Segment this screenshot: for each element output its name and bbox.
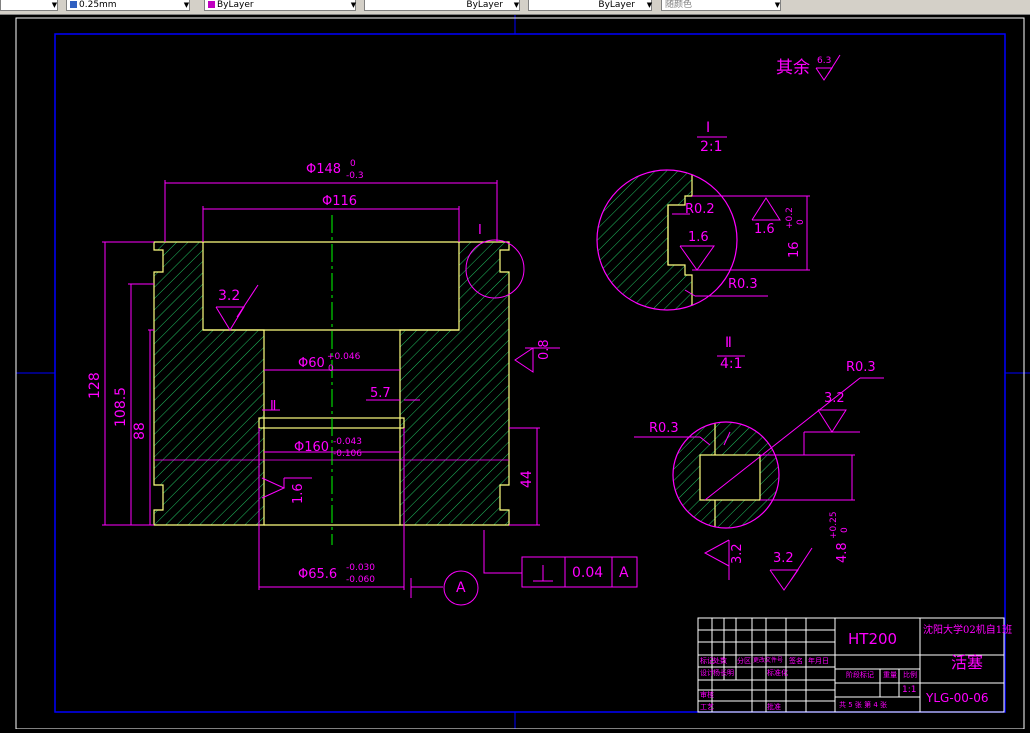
- title-ratio-label: 比例: [903, 671, 917, 679]
- title-scale: 1:1: [902, 685, 917, 695]
- dim-88: 88: [132, 422, 148, 440]
- section-II-scale: 4:1: [720, 356, 743, 372]
- dim-phi160-upper: -0.043: [333, 437, 363, 447]
- color-swatch-icon: [70, 1, 77, 8]
- marker-I: I: [478, 223, 482, 238]
- dim-phi60: Φ60: [298, 356, 325, 371]
- roughness-symbol-note: [815, 67, 833, 81]
- detail-I-dim-16: 16: [787, 241, 802, 258]
- toolbar-plotstyle-dropdown[interactable]: 随颜色: [661, 0, 781, 11]
- detail-II-dim-4.8-upper: +0.25: [829, 511, 839, 539]
- chevron-down-icon[interactable]: ▼: [182, 0, 191, 11]
- dim-phi60-upper: +0.046: [327, 352, 361, 362]
- detail-II-r0.3-left: R0.3: [649, 421, 679, 436]
- rough-0.8: 0.8: [537, 339, 552, 360]
- detail-I-dim-16-lower: 0: [796, 219, 806, 225]
- title-row-change: 更改文件号: [753, 657, 784, 664]
- toolbar-lineweight2-dropdown[interactable]: ByLayer: [528, 0, 652, 11]
- dim-phi116: Φ116: [322, 194, 358, 209]
- title-review-label: 审核: [700, 691, 714, 699]
- toolbar-layer-color-dropdown[interactable]: ByLayer: [204, 0, 356, 11]
- rough-3.2-main: 3.2: [218, 288, 241, 304]
- title-row-date: 年月日: [808, 657, 829, 665]
- toolbar-linetype-dropdown[interactable]: ByLayer: [364, 0, 520, 11]
- detail-II-dim-4.8: 4.8: [835, 542, 850, 563]
- drawing-canvas[interactable]: 其余 6.3 I 2:1 Ⅱ 4:1 Φ148 0 -0.3 Φ116 I Ⅱ …: [0, 15, 1030, 730]
- title-process-label: 工艺: [700, 703, 714, 711]
- title-sheet-info: 共 5 张 第 4 张: [839, 701, 888, 709]
- chevron-down-icon[interactable]: ▼: [773, 0, 782, 11]
- chevron-down-icon[interactable]: ▼: [645, 0, 654, 11]
- chevron-down-icon[interactable]: ▼: [512, 0, 521, 11]
- chevron-down-icon[interactable]: ▼: [349, 0, 358, 11]
- detail-I-r0.3: R0.3: [728, 277, 758, 292]
- dim-phi160-lower: -0.106: [333, 449, 363, 459]
- detail-I-dim-16-upper: +0.2: [785, 207, 795, 229]
- detail-I-rough-1.6a: 1.6: [688, 230, 709, 245]
- detail-II-rough-3.2c: 3.2: [730, 543, 745, 564]
- title-row-count: 处数: [713, 657, 727, 665]
- detail-II-r0.3-right: R0.3: [846, 360, 876, 375]
- title-stage-label: 阶段标记: [846, 671, 874, 679]
- surface-note: 其余: [776, 58, 810, 78]
- detail-II-dim-4.8-lower: 0: [840, 527, 850, 533]
- section-I-label: I: [706, 120, 711, 136]
- title-part-name: 活塞: [951, 653, 984, 672]
- title-material: HT200: [848, 630, 898, 648]
- marker-II: Ⅱ: [270, 399, 277, 414]
- dim-phi65.6-upper: -0.030: [346, 563, 376, 573]
- title-row-mark: 标记: [700, 657, 714, 665]
- properties-toolbar: ▼ 0.25mm ▼ ByLayer ▼ ByLayer ▼ ByLayer ▼…: [0, 0, 1030, 15]
- dim-phi65.6-lower: -0.060: [346, 575, 376, 585]
- color-swatch-icon: [208, 1, 215, 8]
- dim-phi65.6: Φ65.6: [298, 567, 338, 582]
- toolbar-lineweight-dropdown[interactable]: 0.25mm: [66, 0, 190, 11]
- title-design-label: 设计: [700, 669, 714, 677]
- dim-128: 128: [87, 372, 103, 399]
- detail-I-r0.2: R0.2: [685, 202, 715, 217]
- dim-phi148: Φ148: [306, 162, 342, 177]
- dim-phi160: Φ160: [294, 440, 330, 455]
- surface-note-value: 6.3: [817, 56, 832, 66]
- title-row-zone: 分区: [737, 657, 751, 665]
- dim-5.7: 5.7: [370, 386, 391, 401]
- title-school: 沈阳大学02机自1班: [923, 625, 1013, 636]
- rough-1.6-main: 1.6: [291, 483, 306, 504]
- title-weight-label: 重量: [883, 671, 897, 679]
- datum-A: A: [456, 580, 466, 596]
- dim-phi148-lower: -0.3: [346, 171, 364, 181]
- dim-phi60-lower: 0: [328, 364, 334, 374]
- detail-II-rough-3.2a: 3.2: [824, 391, 845, 406]
- tolerance-datum: A: [619, 565, 629, 581]
- tolerance-value: 0.04: [572, 565, 604, 581]
- detail-I-rough-1.6b: 1.6: [754, 222, 775, 237]
- title-designer: 杨长明: [713, 669, 734, 677]
- detail-II-rough-3.2b: 3.2: [773, 551, 794, 566]
- dim-108.5: 108.5: [113, 386, 129, 427]
- dim-44: 44: [519, 470, 535, 488]
- main-section-view: [153, 215, 510, 545]
- dim-phi148-upper: 0: [350, 159, 356, 169]
- chevron-down-icon[interactable]: ▼: [50, 0, 59, 11]
- section-II-label: Ⅱ: [725, 335, 732, 351]
- title-row-sign: 签名: [789, 657, 803, 665]
- section-I-scale: 2:1: [700, 139, 723, 155]
- title-drawing-no: YLG-00-06: [926, 691, 989, 705]
- title-approve-label: 批准: [767, 703, 781, 711]
- title-std-label: 标准化: [767, 669, 788, 677]
